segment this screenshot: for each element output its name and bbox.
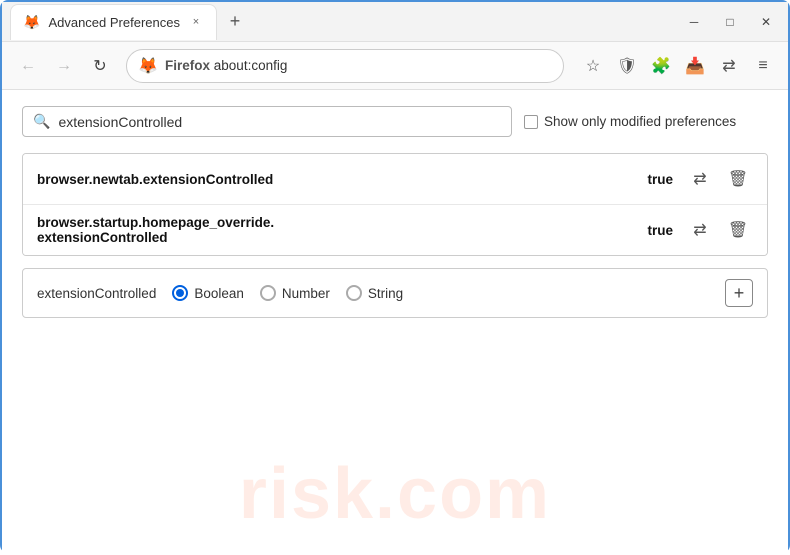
minimize-button[interactable]: ─ — [680, 8, 708, 36]
radio-string-label: String — [368, 286, 403, 301]
pref-actions: ⇄ 🗑 — [685, 164, 753, 194]
forward-button[interactable]: → — [48, 50, 80, 82]
show-modified-option: Show only modified preferences — [524, 114, 736, 129]
content-area: risk.com 🔍 Show only modified preference… — [2, 90, 788, 555]
toggle-button[interactable]: ⇄ — [685, 215, 715, 245]
tab-close-button[interactable]: × — [188, 14, 204, 30]
back-button[interactable]: ← — [12, 50, 44, 82]
firefox-logo: 🦊 — [139, 57, 157, 75]
radio-number-circle[interactable] — [260, 285, 276, 301]
new-preference-section: extensionControlled Boolean Number Strin… — [22, 268, 768, 318]
extension-button[interactable]: 🧩 — [646, 51, 676, 81]
radio-string-circle[interactable] — [346, 285, 362, 301]
pref-name: browser.newtab.extensionControlled — [37, 172, 635, 187]
download-button[interactable]: 📥 — [680, 51, 710, 81]
radio-number-label: Number — [282, 286, 330, 301]
type-radio-group: Boolean Number String — [172, 285, 709, 301]
menu-button[interactable]: ≡ — [748, 51, 778, 81]
delete-button[interactable]: 🗑 — [723, 215, 753, 245]
search-row: 🔍 Show only modified preferences — [22, 106, 768, 137]
search-input[interactable] — [58, 114, 501, 130]
radio-boolean[interactable]: Boolean — [172, 285, 244, 301]
sync-button[interactable]: ⇄ — [714, 51, 744, 81]
title-bar: 🦊 Advanced Preferences × + ─ □ ✕ — [2, 2, 788, 42]
reload-button[interactable]: ↻ — [84, 50, 116, 82]
pref-name: browser.startup.homepage_override. exten… — [37, 215, 635, 245]
preferences-table: browser.newtab.extensionControlled true … — [22, 153, 768, 256]
pref-value: true — [647, 223, 673, 238]
radio-boolean-circle[interactable] — [172, 285, 188, 301]
delete-button[interactable]: 🗑 — [723, 164, 753, 194]
pref-value: true — [647, 172, 673, 187]
show-modified-checkbox[interactable] — [524, 115, 538, 129]
radio-string[interactable]: String — [346, 285, 403, 301]
tab-title: Advanced Preferences — [48, 15, 180, 30]
table-row: browser.newtab.extensionControlled true … — [23, 154, 767, 205]
window-controls: ─ □ ✕ — [680, 8, 780, 36]
tab-favicon: 🦊 — [23, 14, 40, 31]
address-bar[interactable]: 🦊 Firefox about:config — [126, 49, 564, 83]
pref-actions: ⇄ 🗑 — [685, 215, 753, 245]
nav-icon-group: ☆ 🛡 🧩 📥 ⇄ ≡ — [578, 51, 778, 81]
search-icon: 🔍 — [33, 113, 50, 130]
browser-tab[interactable]: 🦊 Advanced Preferences × — [10, 4, 217, 40]
search-box[interactable]: 🔍 — [22, 106, 512, 137]
browser-name-label: Firefox about:config — [165, 58, 287, 73]
navigation-bar: ← → ↻ 🦊 Firefox about:config ☆ 🛡 🧩 📥 ⇄ ≡ — [2, 42, 788, 90]
shield-button[interactable]: 🛡 — [612, 51, 642, 81]
add-preference-button[interactable]: + — [725, 279, 753, 307]
table-row: browser.startup.homepage_override. exten… — [23, 205, 767, 255]
watermark: risk.com — [239, 453, 551, 535]
close-button[interactable]: ✕ — [752, 8, 780, 36]
radio-number[interactable]: Number — [260, 285, 330, 301]
radio-boolean-label: Boolean — [194, 286, 244, 301]
new-tab-button[interactable]: + — [221, 8, 249, 36]
new-pref-name: extensionControlled — [37, 286, 156, 301]
restore-button[interactable]: □ — [716, 8, 744, 36]
show-modified-label: Show only modified preferences — [544, 114, 736, 129]
url-display: about:config — [214, 58, 288, 73]
toggle-button[interactable]: ⇄ — [685, 164, 715, 194]
bookmark-button[interactable]: ☆ — [578, 51, 608, 81]
